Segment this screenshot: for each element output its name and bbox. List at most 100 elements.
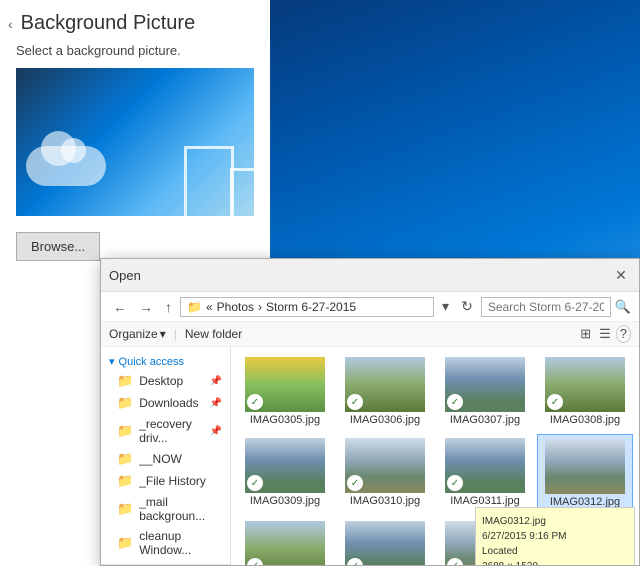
sidebar-item-mail-bg[interactable]: 📁 _mail backgroun...: [101, 492, 230, 526]
file-thumbnail: ✓: [345, 438, 425, 493]
file-thumbnail: ✓: [245, 357, 325, 412]
sidebar-item-downloads[interactable]: 📁 Downloads 📌: [101, 392, 230, 414]
file-thumbnail: ✓: [345, 521, 425, 565]
file-thumbnail: ✓: [545, 357, 625, 412]
bg-panel-header: ‹ Background Picture: [0, 0, 270, 43]
quick-access-header[interactable]: ▾ Quick access: [101, 351, 230, 370]
search-input[interactable]: [481, 297, 611, 317]
file-name: IMAG0309.jpg: [250, 495, 320, 507]
dialog-close-button[interactable]: ✕: [611, 265, 631, 285]
recovery-folder-icon: 📁: [117, 423, 133, 439]
sidebar-item-recovery[interactable]: 📁 _recovery driv... 📌: [101, 414, 230, 448]
check-badge: ✓: [447, 394, 463, 410]
dialog-sidebar: ▾ Quick access 📁 Desktop 📌 📁 Downloads 📌…: [101, 347, 231, 565]
file-name: IMAG0310.jpg: [350, 495, 420, 507]
sidebar-item-cleanup[interactable]: 📁 cleanup Window...: [101, 526, 230, 560]
sidebar-item-label: Downloads: [139, 396, 198, 410]
breadcrumb-bar[interactable]: 📁 « Photos › Storm 6-27-2015: [180, 297, 434, 317]
sidebar-item-history[interactable]: 📁 _File History: [101, 470, 230, 492]
dialog-subbar: Organize ▾ | New folder ⊞ ☰ ?: [101, 322, 639, 347]
sidebar-item-label: __NOW: [139, 452, 182, 466]
file-item[interactable]: ✓ IMAG0305.jpg: [237, 353, 333, 430]
up-button[interactable]: ↑: [161, 297, 176, 317]
sidebar-item-label: Desktop: [139, 374, 183, 388]
dialog-toolbar: ← → ↑ 📁 « Photos › Storm 6-27-2015 ▾ ↻ 🔍: [101, 292, 639, 322]
pin-icon2: 📌: [210, 398, 222, 409]
refresh-button[interactable]: ↻: [457, 296, 477, 317]
cleanup-folder-icon: 📁: [117, 535, 133, 551]
check-badge: ✓: [447, 558, 463, 565]
check-badge: ✓: [547, 394, 563, 410]
file-thumbnail: ✓: [345, 357, 425, 412]
breadcrumb-photos[interactable]: Photos: [217, 300, 254, 314]
file-name: IMAG0305.jpg: [250, 414, 320, 426]
file-thumbnail: ✓: [445, 357, 525, 412]
mail-bg-folder-icon: 📁: [117, 501, 133, 517]
tooltip-filename: IMAG0312.jpg: [482, 514, 628, 529]
sidebar-item-label: _File History: [139, 474, 206, 488]
pin-icon: 📌: [210, 376, 222, 387]
sidebar-item-label: cleanup Window...: [139, 529, 222, 557]
sidebar-item-now[interactable]: 📁 __NOW: [101, 448, 230, 470]
check-badge: ✓: [347, 475, 363, 491]
file-thumbnail: [545, 439, 625, 494]
back-button[interactable]: ←: [109, 297, 131, 317]
pin-icon3: 📌: [210, 426, 222, 437]
cloud-decoration: [26, 146, 106, 186]
quick-access-collapse-icon: ▾: [109, 355, 115, 368]
view-details-button[interactable]: ☰: [596, 325, 614, 343]
sidebar-item-desktop[interactable]: 📁 Desktop 📌: [101, 370, 230, 392]
check-badge: ✓: [247, 394, 263, 410]
check-badge: ✓: [247, 558, 263, 565]
bg-preview: [16, 68, 254, 216]
breadcrumb-dropdown[interactable]: ▾: [438, 296, 453, 317]
back-arrow-icon[interactable]: ‹: [8, 16, 13, 32]
new-folder-button[interactable]: New folder: [185, 327, 242, 341]
browse-button[interactable]: Browse...: [16, 232, 100, 261]
search-icon[interactable]: 🔍: [615, 299, 631, 315]
view-toggle-button[interactable]: ⊞: [577, 325, 594, 343]
file-thumbnail: ✓: [445, 438, 525, 493]
tooltip-location: Located: [482, 544, 628, 559]
tooltip-dimensions: 2688 × 1520: [482, 559, 628, 565]
file-item[interactable]: ✓ IMAG0313.jpg: [237, 517, 333, 565]
file-name: IMAG0308.jpg: [550, 414, 620, 426]
file-item-selected[interactable]: IMAG0312.jpg: [537, 434, 633, 513]
check-badge: ✓: [447, 475, 463, 491]
dialog-title: Open: [109, 268, 141, 283]
file-item[interactable]: ✓ IMAG0309.jpg: [237, 434, 333, 513]
file-item[interactable]: ✓ IMAG0308.jpg: [537, 353, 633, 430]
window-shape-decoration: [184, 146, 234, 216]
file-item[interactable]: ✓ IMAG0314.jpg: [337, 517, 433, 565]
file-item[interactable]: ✓ IMAG0311.jpg: [437, 434, 533, 513]
sidebar-item-label: _mail backgroun...: [139, 495, 222, 523]
breadcrumb-separator: «: [206, 300, 213, 314]
subbar-separator: |: [174, 327, 177, 341]
breadcrumb-folder[interactable]: Storm 6-27-2015: [266, 300, 356, 314]
organize-label: Organize: [109, 327, 158, 341]
history-folder-icon: 📁: [117, 473, 133, 489]
file-name: IMAG0306.jpg: [350, 414, 420, 426]
quick-access-label: Quick access: [119, 356, 184, 368]
check-badge: ✓: [347, 558, 363, 565]
check-badge: ✓: [347, 394, 363, 410]
now-folder-icon: 📁: [117, 451, 133, 467]
dialog-titlebar: Open ✕: [101, 259, 639, 292]
open-dialog: Open ✕ ← → ↑ 📁 « Photos › Storm 6-27-201…: [100, 258, 640, 566]
help-button[interactable]: ?: [616, 325, 631, 343]
sidebar-item-label: _recovery driv...: [139, 417, 203, 445]
tooltip-date: 6/27/2015 9:16 PM: [482, 529, 628, 544]
organize-button[interactable]: Organize ▾: [109, 327, 166, 341]
bg-panel-subtitle: Select a background picture.: [0, 43, 270, 68]
breadcrumb-icon: 📁: [187, 300, 202, 314]
desktop-folder-icon: 📁: [117, 373, 133, 389]
check-badge: ✓: [247, 475, 263, 491]
file-item[interactable]: ✓ IMAG0310.jpg: [337, 434, 433, 513]
file-item[interactable]: ✓ IMAG0306.jpg: [337, 353, 433, 430]
view-buttons: ⊞ ☰ ?: [577, 325, 631, 343]
dialog-files-area: ✓ IMAG0305.jpg ✓ IMAG0306.jpg ✓ IMAG0307…: [231, 347, 639, 565]
downloads-folder-icon: 📁: [117, 395, 133, 411]
file-item[interactable]: ✓ IMAG0307.jpg: [437, 353, 533, 430]
file-name: IMAG0311.jpg: [450, 495, 520, 507]
forward-button[interactable]: →: [135, 297, 157, 317]
